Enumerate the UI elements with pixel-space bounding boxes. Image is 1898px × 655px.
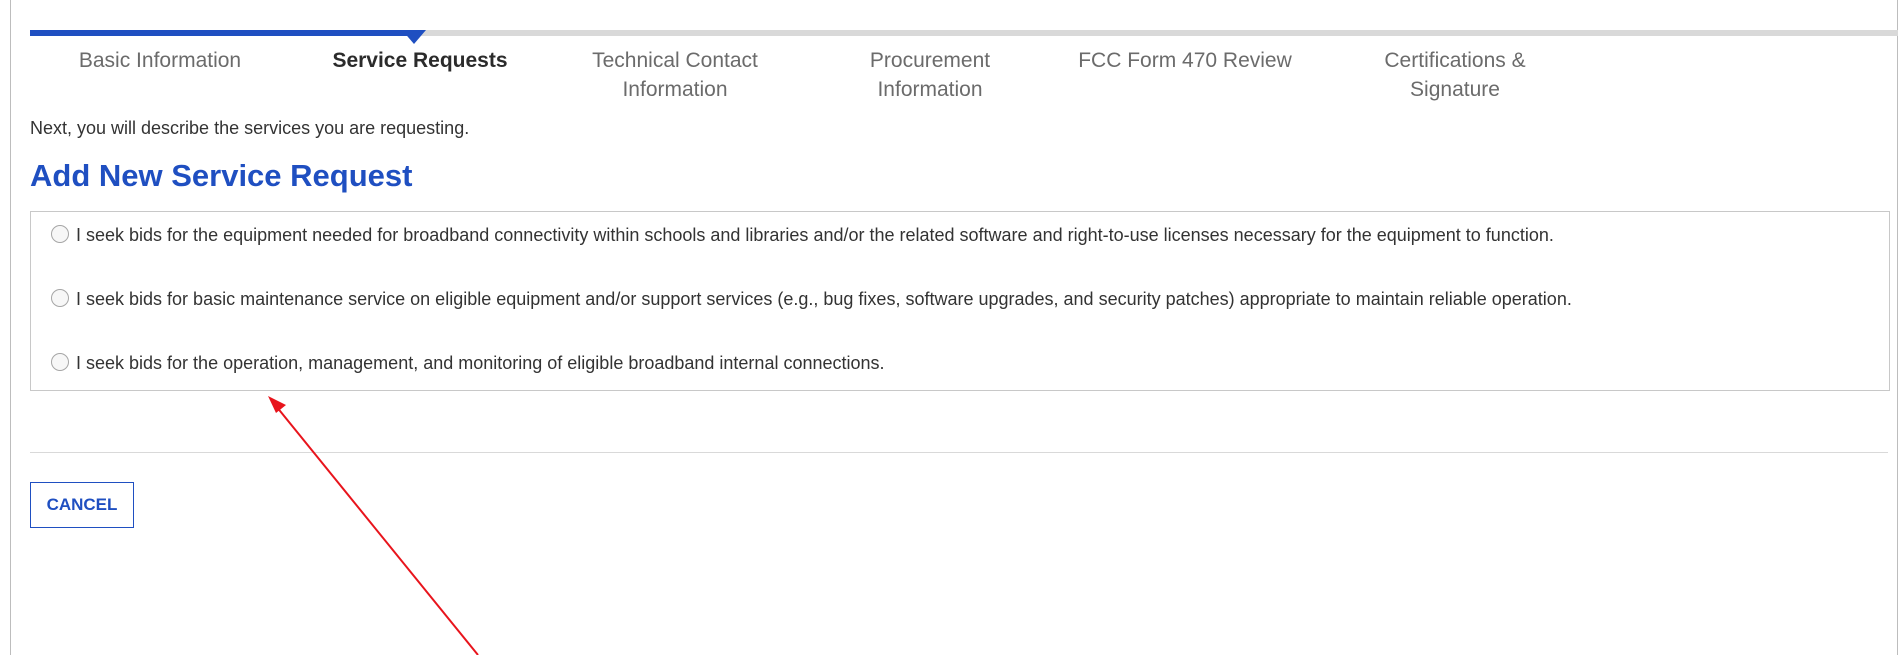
step-basic-information[interactable]: Basic Information — [30, 46, 290, 106]
service-request-options: I seek bids for the equipment needed for… — [30, 211, 1890, 391]
step-fcc-form-470-review[interactable]: FCC Form 470 Review — [1060, 46, 1310, 106]
step-certifications-signature[interactable]: Certifications & Signature — [1310, 46, 1600, 106]
radio-button[interactable] — [51, 289, 69, 307]
current-step-marker-icon — [402, 30, 426, 44]
progress-fill — [30, 30, 420, 36]
step-procurement-information[interactable]: Procurement Information — [800, 46, 1060, 106]
radio-button[interactable] — [51, 353, 69, 371]
option-operation-management[interactable]: I seek bids for the operation, managemen… — [51, 350, 1836, 377]
progress-track — [30, 30, 1898, 36]
option-equipment[interactable]: I seek bids for the equipment needed for… — [51, 222, 1836, 249]
intro-text: Next, you will describe the services you… — [30, 118, 470, 138]
option-label: I seek bids for basic maintenance servic… — [76, 289, 1572, 309]
step-nav: Basic Information Service Requests Techn… — [30, 46, 1898, 106]
step-technical-contact-information[interactable]: Technical Contact Information — [550, 46, 800, 106]
cancel-button[interactable]: CANCEL — [30, 482, 134, 528]
option-maintenance[interactable]: I seek bids for basic maintenance servic… — [51, 286, 1836, 313]
divider — [30, 452, 1888, 453]
page-title: Add New Service Request — [30, 158, 413, 193]
radio-button[interactable] — [51, 225, 69, 243]
option-label: I seek bids for the equipment needed for… — [76, 225, 1554, 245]
step-service-requests[interactable]: Service Requests — [290, 46, 550, 106]
option-label: I seek bids for the operation, managemen… — [76, 353, 885, 373]
